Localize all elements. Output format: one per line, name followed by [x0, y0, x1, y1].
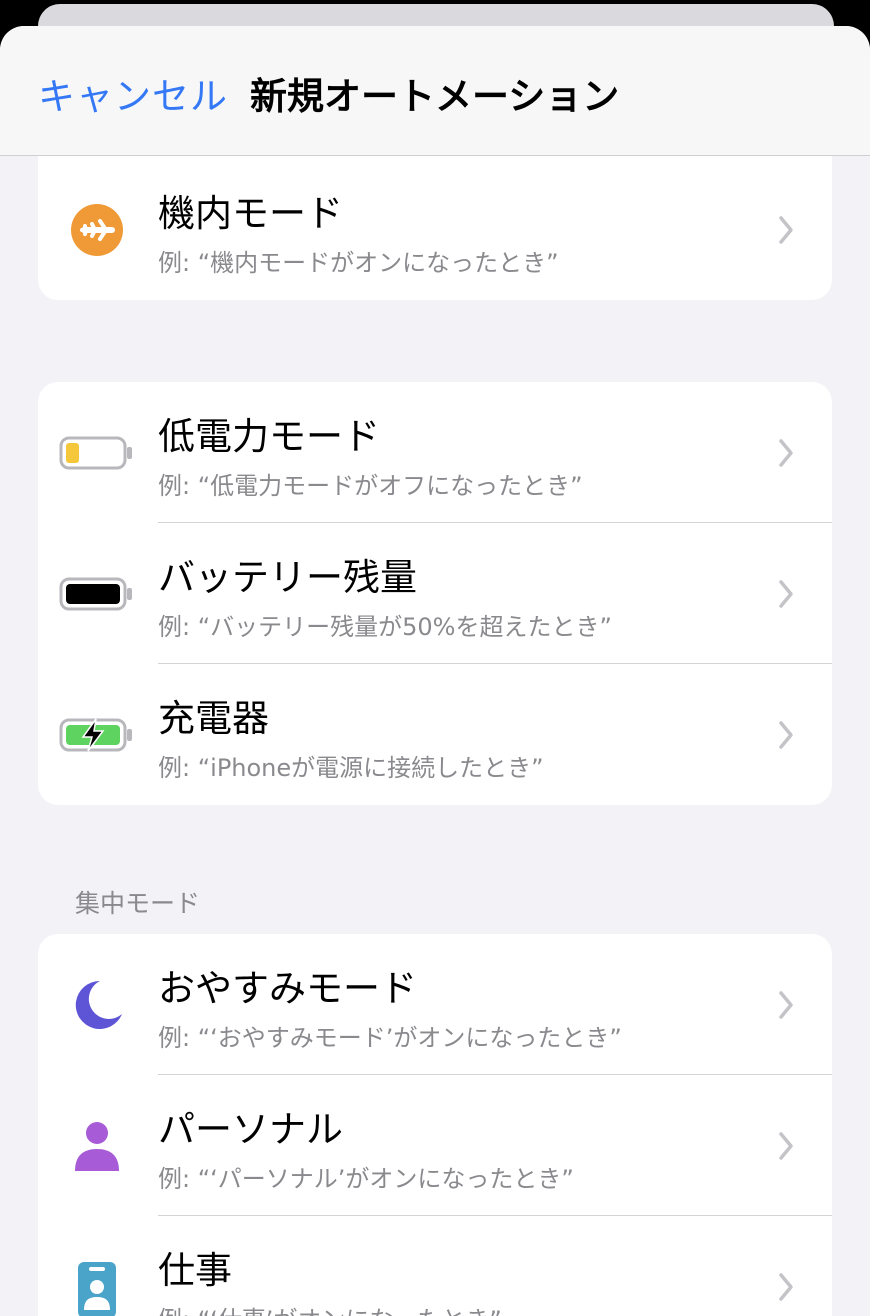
item-subtitle: 例: “‘おやすみモード’がオンになったとき”	[158, 1024, 622, 1052]
item-title: 機内モード	[158, 192, 343, 235]
item-title: 低電力モード	[158, 415, 380, 458]
chevron-right-icon	[779, 580, 793, 608]
item-title: おやすみモード	[158, 967, 417, 1010]
item-title: 充電器	[158, 697, 269, 740]
list-item-charger[interactable]: 充電器 例: “iPhoneが電源に接続したとき”	[38, 664, 832, 805]
page-title: 新規オートメーション	[250, 75, 620, 118]
list-item-battery-level[interactable]: バッテリー残量 例: “バッテリー残量が50%を超えたとき”	[38, 523, 832, 664]
item-title: 仕事	[158, 1249, 232, 1292]
navigation-bar: キャンセル 新規オートメーション	[0, 26, 870, 156]
item-subtitle: 例: “バッテリー残量が50%を超えたとき”	[158, 613, 612, 641]
airplane-icon	[58, 203, 136, 257]
chevron-right-icon	[779, 1132, 793, 1160]
cancel-button[interactable]: キャンセル	[38, 66, 228, 120]
chevron-right-icon	[779, 721, 793, 749]
list-item-low-power-mode[interactable]: 低電力モード 例: “低電力モードがオフになったとき”	[38, 382, 832, 523]
item-subtitle: 例: “機内モードがオンになったとき”	[158, 249, 559, 277]
list-item-personal-focus[interactable]: パーソナル 例: “‘パーソナル’がオンになったとき”	[38, 1075, 832, 1216]
item-subtitle: 例: “‘パーソナル’がオンになったとき”	[158, 1165, 574, 1193]
work-badge-icon	[58, 1260, 136, 1316]
chevron-right-icon	[779, 439, 793, 467]
list-item-sleep-focus[interactable]: おやすみモード 例: “‘おやすみモード’がオンになったとき”	[38, 934, 832, 1075]
charging-battery-icon	[58, 708, 136, 762]
moon-icon	[58, 978, 136, 1032]
item-subtitle: 例: “‘仕事’がオンになったとき”	[158, 1300, 502, 1316]
item-title: バッテリー残量	[158, 556, 417, 599]
card-battery: 低電力モード 例: “低電力モードがオフになったとき” バッテリー残量 例: “…	[38, 382, 832, 805]
card-focus: おやすみモード 例: “‘おやすみモード’がオンになったとき” パーソナル 例:…	[38, 934, 832, 1316]
chevron-right-icon	[779, 1273, 793, 1301]
list-item-work-focus[interactable]: 仕事 例: “‘仕事’がオンになったとき”	[38, 1216, 832, 1316]
chevron-right-icon	[779, 991, 793, 1019]
card-airplane: 機内モード 例: “機内モードがオンになったとき”	[38, 136, 832, 300]
section-header-focus: 集中モード	[75, 889, 201, 918]
item-subtitle: 例: “低電力モードがオフになったとき”	[158, 472, 583, 500]
battery-icon	[58, 567, 136, 621]
chevron-right-icon	[779, 216, 793, 244]
person-icon	[58, 1119, 136, 1173]
item-subtitle: 例: “iPhoneが電源に接続したとき”	[158, 754, 544, 782]
list-item-airplane-mode[interactable]: 機内モード 例: “機内モードがオンになったとき”	[38, 159, 832, 300]
low-battery-icon	[58, 426, 136, 480]
new-automation-sheet: 機内モード 例: “機内モードがオンになったとき” 低電力モード 例: “低電力…	[0, 26, 870, 1316]
item-title: パーソナル	[158, 1108, 343, 1151]
